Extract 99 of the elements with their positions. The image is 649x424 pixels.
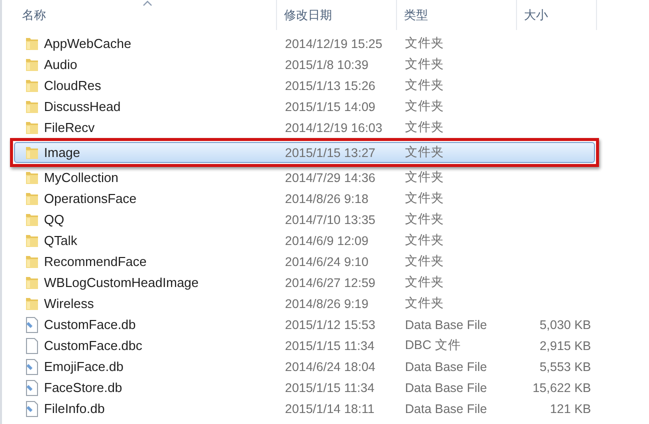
document-icon (25, 400, 39, 416)
file-type: Data Base File (405, 360, 488, 374)
folder-icon (25, 296, 39, 311)
folder-icon (25, 99, 39, 114)
file-type: 文件夹 (405, 77, 445, 94)
folder-icon (25, 36, 39, 51)
modified-date: 2015/1/15 13:27 (285, 146, 376, 160)
file-type: 文件夹 (405, 98, 445, 115)
modified-date: 2014/6/27 12:59 (285, 276, 376, 290)
column-header[interactable]: 类型 (404, 6, 428, 24)
file-name: QTalk (44, 233, 78, 248)
file-name: MyCollection (44, 170, 118, 185)
modified-date: 2015/1/12 15:53 (285, 318, 376, 332)
folder-icon (25, 57, 39, 72)
folder-icon (25, 212, 39, 227)
file-row[interactable]: EmojiFace.db 2014/6/24 18:04 Data Base File 5,553 KB (14, 356, 595, 377)
folder-icon (25, 120, 39, 135)
file-type: 文件夹 (405, 144, 445, 161)
file-row[interactable]: OperationsFace 2014/8/26 9:18 文件夹 (14, 188, 595, 209)
file-size: 121 KB (548, 402, 591, 416)
file-name: OperationsFace (44, 191, 136, 206)
file-row[interactable]: Image 2015/1/15 13:27 文件夹 (14, 142, 595, 163)
folder-icon (25, 275, 39, 290)
modified-date: 2014/6/9 12:09 (285, 234, 370, 248)
file-name: CloudRes (44, 78, 102, 93)
modified-date: 2015/1/14 18:11 (285, 402, 376, 416)
column-header[interactable]: 修改日期 (284, 6, 332, 24)
modified-date: 2014/12/19 15:25 (285, 36, 384, 50)
file-name: QQ (44, 212, 64, 227)
modified-date: 2014/6/24 9:10 (285, 254, 370, 268)
file-name: FaceStore.db (44, 380, 122, 395)
file-name: Audio (44, 57, 78, 72)
folder-icon (25, 254, 39, 269)
file-type: 文件夹 (405, 169, 445, 186)
modified-date: 2015/1/15 11:34 (285, 338, 376, 352)
document-icon (25, 316, 39, 332)
file-row[interactable]: FaceStore.db 2015/1/15 11:34 Data Base File 15,622 KB (14, 377, 595, 398)
modified-date: 2014/7/29 14:36 (285, 170, 376, 184)
file-row[interactable]: MyCollection 2014/7/29 14:36 文件夹 (14, 167, 595, 188)
modified-date: 2014/6/24 18:04 (285, 360, 376, 374)
document-icon (25, 380, 39, 396)
file-row[interactable]: WBLogCustomHeadImage 2014/6/27 12:59 文件夹 (14, 272, 595, 293)
file-name: RecommendFace (44, 254, 147, 269)
file-type: Data Base File (405, 380, 488, 394)
folder-icon (25, 78, 39, 93)
file-type: 文件夹 (405, 295, 445, 312)
file-name: Wireless (44, 296, 94, 311)
file-row[interactable]: Audio 2015/1/8 10:39 文件夹 (14, 54, 595, 75)
file-name: FileRecv (44, 120, 95, 135)
file-type: 文件夹 (405, 253, 445, 270)
modified-date: 2014/8/26 9:19 (285, 296, 370, 310)
modified-date: 2014/12/19 16:03 (285, 120, 384, 134)
file-type: 文件夹 (405, 56, 445, 73)
file-type: 文件夹 (405, 274, 445, 291)
column-header[interactable]: 大小 (524, 6, 548, 24)
file-name: AppWebCache (44, 36, 132, 51)
folder-icon (25, 191, 39, 206)
file-name: DiscussHead (44, 99, 121, 114)
file-name: CustomFace.db (44, 317, 136, 332)
file-row[interactable]: DiscussHead 2015/1/15 14:09 文件夹 (14, 96, 595, 117)
file-type: Data Base File (405, 402, 488, 416)
file-row[interactable]: QTalk 2014/6/9 12:09 文件夹 (14, 230, 595, 251)
file-name: CustomFace.dbc (44, 338, 142, 353)
file-row[interactable]: CloudRes 2015/1/13 15:26 文件夹 (14, 75, 595, 96)
file-row[interactable]: FileRecv 2014/12/19 16:03 文件夹 (14, 117, 595, 138)
file-type: 文件夹 (405, 211, 445, 228)
file-row[interactable]: CustomFace.dbc 2015/1/15 11:34 DBC 文件 2,915 KB (14, 335, 595, 356)
modified-date: 2014/8/26 9:18 (285, 192, 370, 206)
modified-date: 2015/1/15 14:09 (285, 100, 376, 114)
file-size: 2,915 KB (538, 338, 591, 352)
column-header[interactable]: 名称 (22, 6, 46, 24)
modified-date: 2014/7/10 13:35 (285, 212, 376, 226)
file-type: 文件夹 (405, 35, 445, 52)
file-row[interactable]: QQ 2014/7/10 13:35 文件夹 (14, 209, 595, 230)
file-row[interactable]: Wireless 2014/8/26 9:19 文件夹 (14, 293, 595, 314)
file-row[interactable]: CustomFace.db 2015/1/12 15:53 Data Base File 5,030 KB (14, 314, 595, 335)
folder-icon (25, 233, 39, 248)
file-type: 文件夹 (405, 190, 445, 207)
modified-date: 2015/1/8 10:39 (285, 58, 370, 72)
folder-icon (25, 170, 39, 185)
file-type: 文件夹 (405, 119, 445, 136)
file-row[interactable]: RecommendFace 2014/6/24 9:10 文件夹 (14, 251, 595, 272)
file-size: 5,030 KB (538, 318, 591, 332)
file-name: EmojiFace.db (44, 359, 124, 374)
modified-date: 2015/1/15 11:34 (285, 380, 376, 394)
file-name: Image (44, 145, 80, 160)
document-icon (25, 358, 39, 374)
file-row[interactable]: FileInfo.db 2015/1/14 18:11 Data Base File 121 KB (14, 398, 595, 419)
file-type: 文件夹 (405, 232, 445, 249)
file-name: WBLogCustomHeadImage (44, 275, 199, 290)
file-name: FileInfo.db (44, 401, 105, 416)
file-type: Data Base File (405, 318, 488, 332)
file-size: 5,553 KB (538, 360, 591, 374)
folder-icon (25, 145, 39, 160)
modified-date: 2015/1/13 15:26 (285, 78, 376, 92)
blank-file-icon (25, 338, 39, 354)
file-size: 15,622 KB (532, 380, 591, 394)
file-type: DBC 文件 (405, 337, 462, 354)
file-row[interactable]: AppWebCache 2014/12/19 15:25 文件夹 (14, 33, 595, 54)
